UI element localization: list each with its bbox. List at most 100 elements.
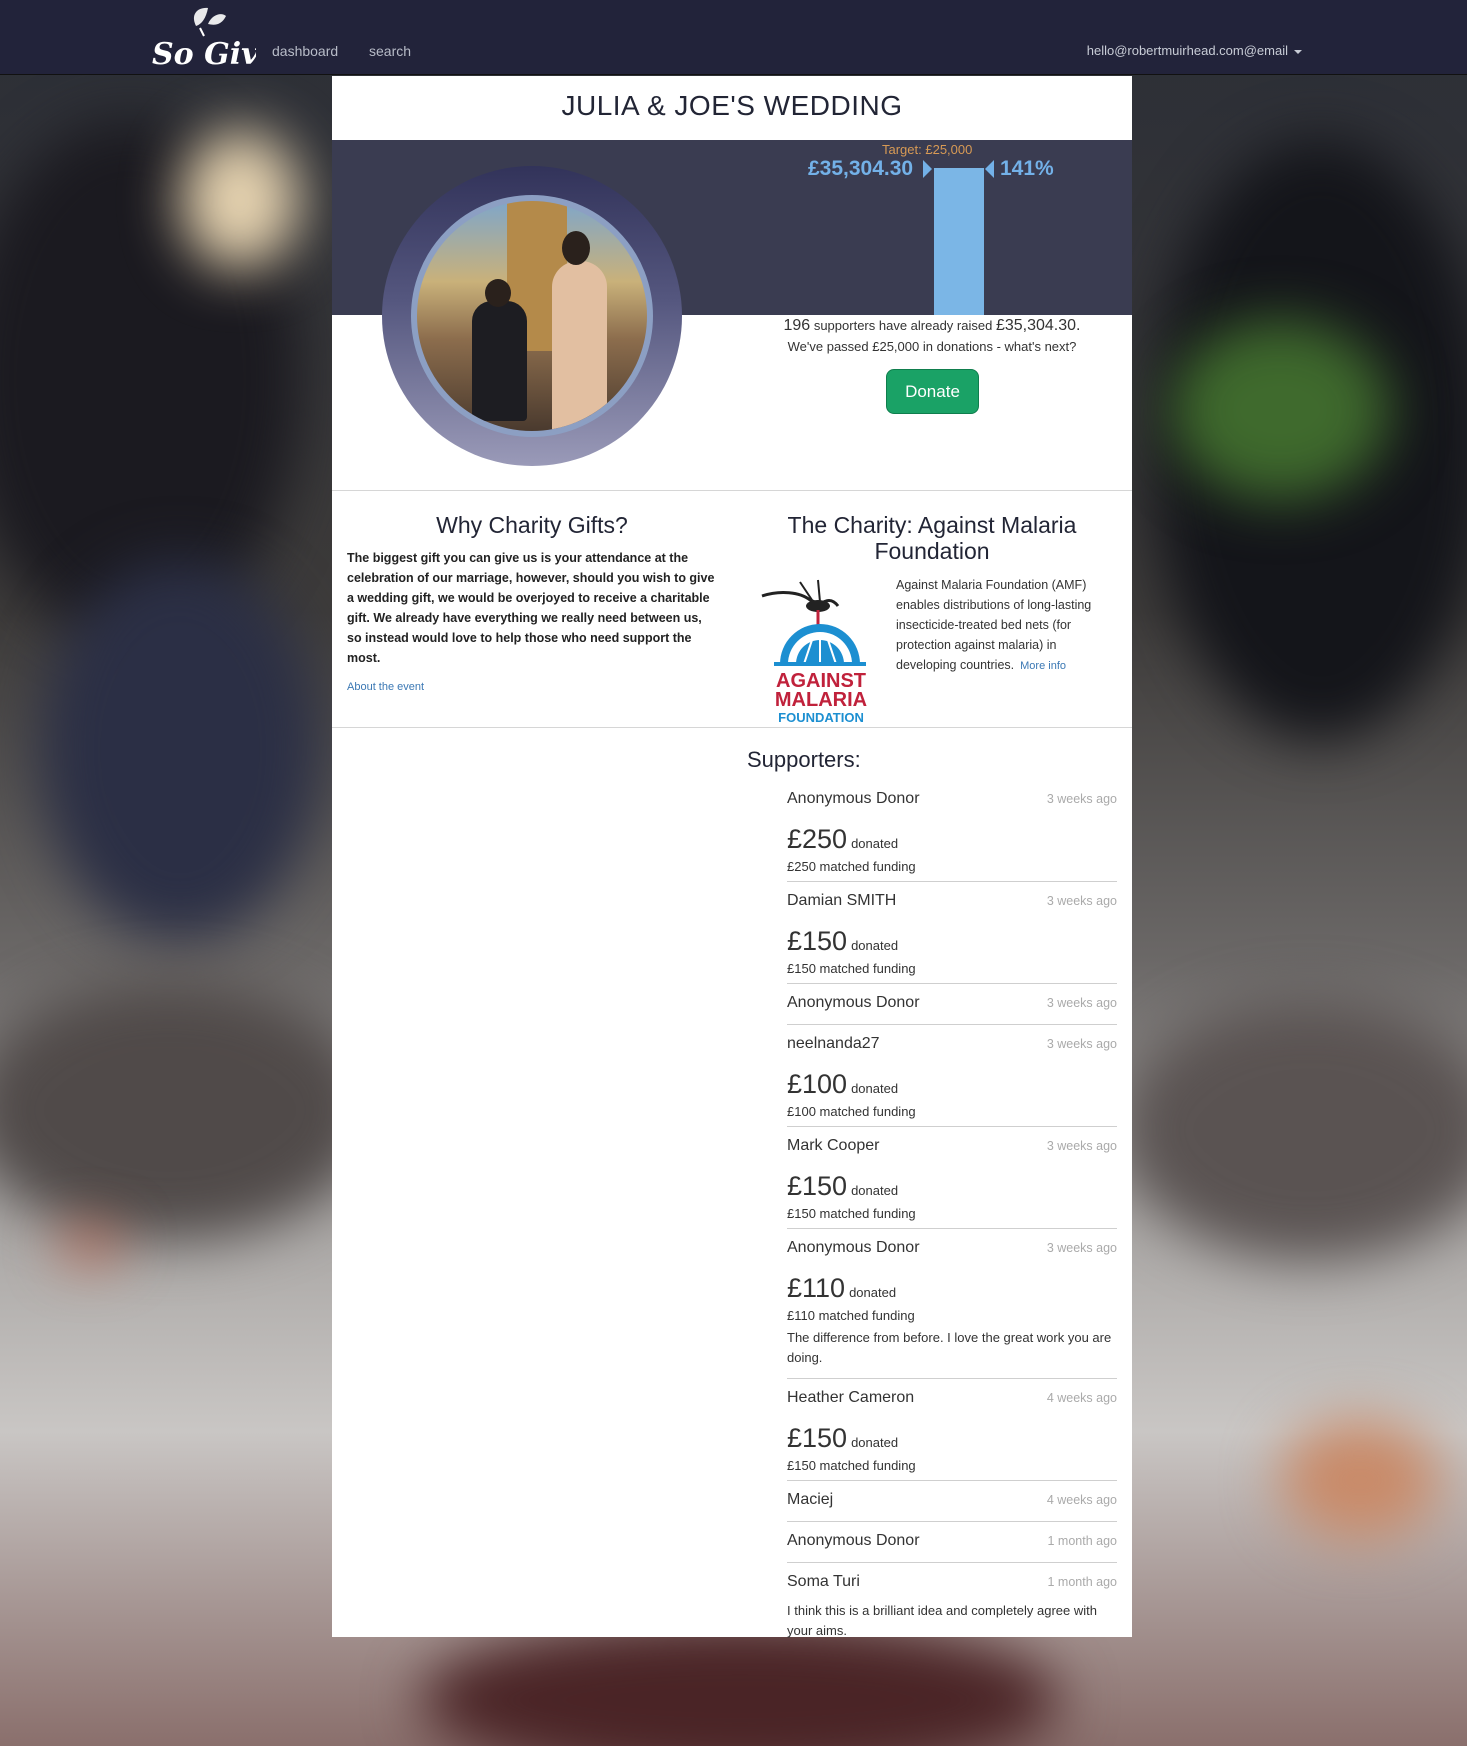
donation-row: £150 donated (787, 920, 1117, 956)
donation-amount: £110 (787, 1273, 846, 1303)
donation-amount: £150 (787, 1171, 848, 1201)
donated-label: donated (851, 1081, 899, 1096)
supporter-name: Heather Cameron (787, 1389, 915, 1406)
matched-funding: £150 matched funding (787, 1206, 916, 1221)
chevron-down-icon (1294, 49, 1302, 54)
supporter-time: 3 weeks ago (1046, 1241, 1117, 1255)
supporter-header: Anonymous Donor 3 weeks ago (787, 1229, 1117, 1267)
milestone-text: We've passed £25,000 in donations - what… (787, 339, 1077, 354)
why-title: Why Charity Gifts? (436, 512, 628, 538)
supporter-item: neelnanda27 3 weeks ago £100 donated £100 ma… (787, 1025, 1117, 1127)
supporter-item: Damian SMITH 3 weeks ago £150 donated £150 m… (787, 882, 1117, 984)
event-panel: JULIA & JOE'S WEDDING Target: £25,000 £3… (332, 76, 1132, 1638)
supporter-message: I think this is a brilliant idea and com… (787, 1603, 1097, 1638)
donated-label: donated (849, 1285, 897, 1300)
supporter-name: Anonymous Donor (787, 994, 920, 1011)
supporter-time: 4 weeks ago (1046, 1391, 1117, 1405)
svg-text:So Give: So Give (152, 37, 256, 72)
supporter-name: Anonymous Donor (787, 1239, 920, 1256)
more-info-link[interactable]: More info (1020, 660, 1066, 672)
svg-text:FOUNDATION: FOUNDATION (778, 710, 864, 724)
user-email: hello@robertmuirhead.com@email (1086, 43, 1288, 58)
donation-row: £150 donated (787, 1165, 1117, 1201)
supporter-time: 1 month ago (1047, 1575, 1118, 1589)
donation-amount: £100 (787, 1069, 848, 1099)
donate-button[interactable]: Donate (886, 369, 979, 414)
supporter-time: 1 month ago (1047, 1534, 1118, 1548)
supporter-item: Anonymous Donor 3 weeks ago £110 donated £11… (787, 1229, 1117, 1379)
supporter-header: Anonymous Donor 3 weeks ago (787, 984, 1117, 1022)
matched-funding: £150 matched funding (787, 961, 916, 976)
event-photo-frame (382, 166, 682, 466)
supporter-time: 4 weeks ago (1046, 1493, 1117, 1507)
page-title: JULIA & JOE'S WEDDING (561, 90, 903, 121)
supporter-time: 3 weeks ago (1046, 894, 1117, 908)
supporter-time: 3 weeks ago (1046, 996, 1117, 1010)
supporter-message: The difference from before. I love the g… (787, 1330, 1112, 1365)
supporter-header: Heather Cameron 4 weeks ago (787, 1379, 1117, 1417)
supporters-summary: 196 supporters have already raised £35,3… (783, 317, 1081, 334)
divider (332, 490, 1132, 491)
supporter-name: Anonymous Donor (787, 1532, 920, 1549)
supporter-header: Mark Cooper 3 weeks ago (787, 1127, 1117, 1165)
user-menu-dropdown[interactable]: hello@robertmuirhead.com@email (1087, 43, 1302, 58)
supporter-item: Anonymous Donor 3 weeks ago (787, 984, 1117, 1025)
supporter-item: Heather Cameron 4 weeks ago £150 donated £15… (787, 1379, 1117, 1481)
supporter-header: neelnanda27 3 weeks ago (787, 1025, 1117, 1063)
donation-row: £110 donated (787, 1267, 1117, 1303)
supporter-header: Anonymous Donor 1 month ago (787, 1522, 1117, 1560)
nav-search-link[interactable]: search (369, 43, 411, 59)
matched-funding: £110 matched funding (787, 1308, 915, 1323)
target-label: Target: £25,000 (882, 142, 973, 157)
supporter-item: Anonymous Donor 3 weeks ago £250 donated £25… (787, 780, 1117, 882)
sogive-logo[interactable]: So Give (150, 4, 256, 72)
about-event-link[interactable]: About the event (347, 681, 424, 693)
progress-percent: 141% (1000, 157, 1054, 180)
supporter-header: Anonymous Donor 3 weeks ago (787, 780, 1117, 818)
supporter-name: neelnanda27 (787, 1035, 880, 1052)
donated-label: donated (851, 1183, 899, 1198)
charity-description: Against Malaria Foundation (AMF) enables… (896, 578, 1092, 672)
supporter-name: Damian SMITH (787, 892, 897, 909)
supporter-item: Anonymous Donor 1 month ago (787, 1522, 1117, 1563)
amf-logo[interactable]: AGAINST MALARIA FOUNDATION (760, 576, 882, 724)
supporter-time: 3 weeks ago (1046, 1037, 1117, 1051)
matched-funding: £250 matched funding (787, 859, 916, 874)
donation-amount: £150 (787, 926, 848, 956)
supporter-item: Maciej 4 weeks ago (787, 1481, 1117, 1522)
donation-amount: £150 (787, 1423, 848, 1453)
donated-label: donated (851, 1435, 899, 1450)
supporter-header: Damian SMITH 3 weeks ago (787, 882, 1117, 920)
top-navbar: So Give dashboard search hello@robertmui… (0, 0, 1467, 75)
pointer-left-icon (985, 160, 994, 178)
nav-dashboard-link[interactable]: dashboard (272, 43, 338, 59)
supporter-name: Anonymous Donor (787, 790, 920, 807)
supporter-name: Maciej (787, 1491, 834, 1508)
supporter-name: Mark Cooper (787, 1137, 880, 1154)
donation-amount: £250 (787, 824, 848, 854)
event-photo (411, 195, 653, 437)
supporter-item: Soma Turi 1 month ago I think this is a br… (787, 1563, 1117, 1651)
supporters-count: 196 (783, 317, 811, 334)
supporter-name: Soma Turi (787, 1573, 860, 1590)
why-text: The biggest gift you can give us is your… (347, 551, 715, 665)
matched-funding: £100 matched funding (787, 1104, 916, 1119)
supporter-header: Soma Turi 1 month ago (787, 1563, 1117, 1601)
svg-text:MALARIA: MALARIA (775, 689, 867, 711)
raised-amount: £35,304.30 (808, 157, 914, 180)
donated-label: donated (851, 938, 899, 953)
donation-row: £250 donated (787, 818, 1117, 854)
supporter-item: Mark Cooper 3 weeks ago £150 donated £150 ma… (787, 1127, 1117, 1229)
divider (332, 727, 1132, 728)
matched-funding: £150 matched funding (787, 1458, 916, 1473)
donation-row: £150 donated (787, 1417, 1117, 1453)
charity-title: The Charity: Against Malaria Foundation (787, 512, 1077, 564)
donation-row: £100 donated (787, 1063, 1117, 1099)
pointer-right-icon (923, 160, 932, 178)
supporters-list: Anonymous Donor 3 weeks ago £250 donated £25… (787, 780, 1117, 1651)
supporters-title: Supporters: (747, 747, 861, 772)
supporter-time: 3 weeks ago (1046, 1139, 1117, 1153)
supporter-header: Maciej 4 weeks ago (787, 1481, 1117, 1519)
supporter-time: 3 weeks ago (1046, 792, 1117, 806)
progress-thermometer (934, 168, 984, 315)
